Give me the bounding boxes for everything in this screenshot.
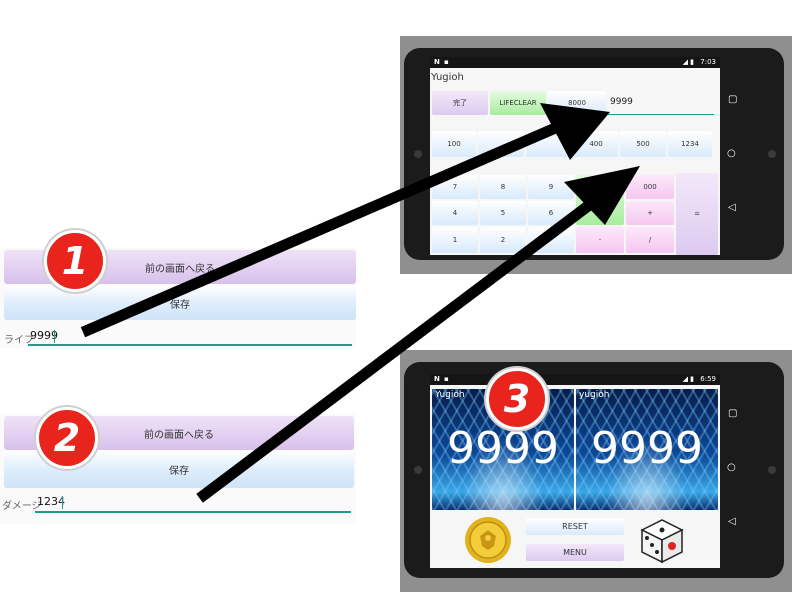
arrow-life-to-display — [80, 118, 568, 338]
arrow-damage-to-preset — [196, 192, 604, 503]
annotation-arrows — [80, 103, 640, 503]
badge-1: 1 — [44, 230, 106, 292]
badge-2: 2 — [36, 407, 98, 469]
badge-3: 3 — [486, 368, 548, 430]
